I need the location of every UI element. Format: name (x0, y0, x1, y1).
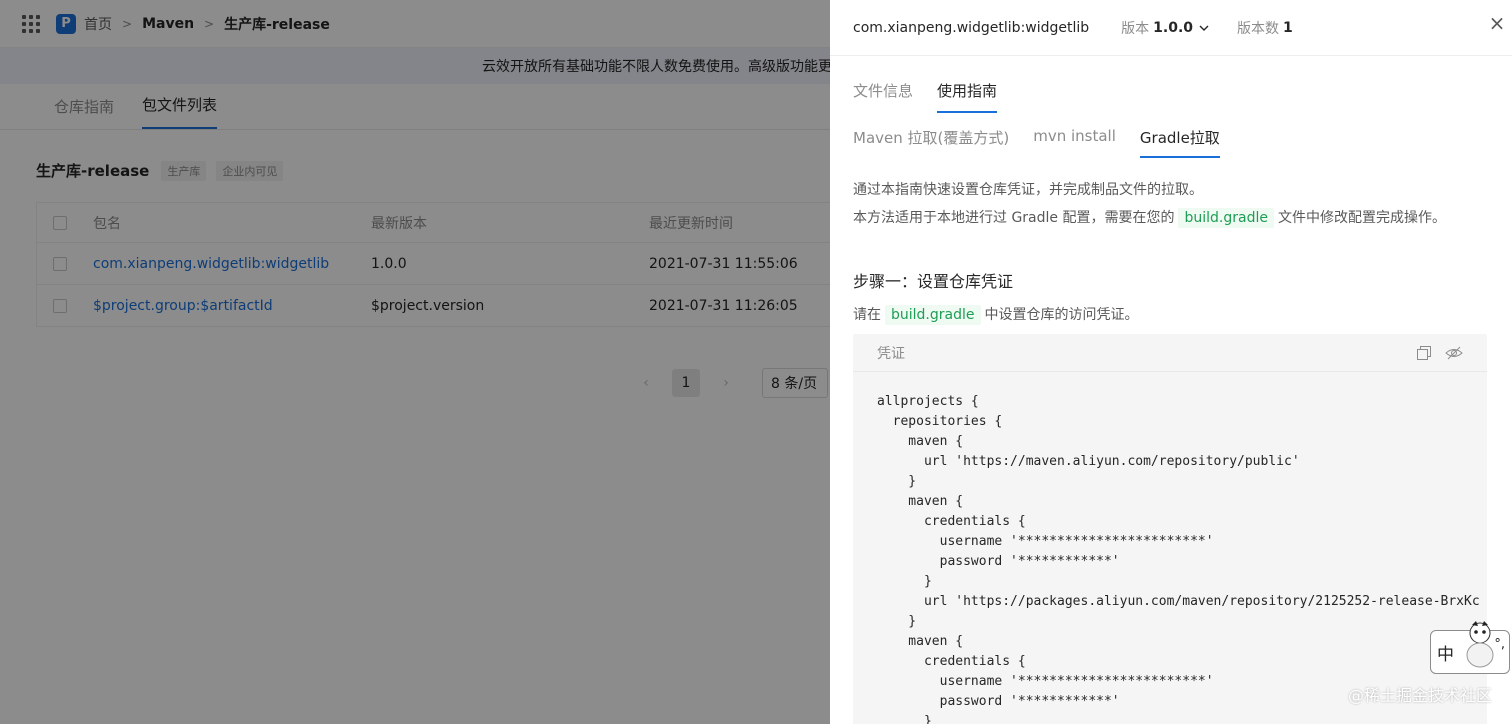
version-count-label: 版本数 (1237, 20, 1280, 37)
ime-mascot-icon (1459, 619, 1501, 669)
version-value: 1.0.0 (1153, 19, 1194, 36)
subtab-maven-pull[interactable]: Maven 拉取(覆盖方式) (853, 127, 1009, 158)
intro-code-chip: build.gradle (1178, 208, 1274, 228)
step-1-code-chip: build.gradle (885, 305, 981, 325)
subtab-gradle-pull[interactable]: Gradle拉取 (1139, 127, 1220, 158)
drawer-tabs: 文件信息 使用指南 (830, 80, 1512, 113)
version-count-value: 1 (1283, 19, 1293, 36)
intro-line-2: 本方法适用于本地进行过 Gradle 配置，需要在您的 build.gradle 文… (853, 204, 1492, 232)
subtab-mvn-install[interactable]: mvn install (1033, 127, 1116, 158)
guide-subtabs: Maven 拉取(覆盖方式) mvn install Gradle拉取 (830, 127, 1512, 158)
code-block-header: 凭证 (853, 334, 1487, 372)
package-detail-drawer: com.xianpeng.widgetlib:widgetlib 版本 1.0.… (830, 0, 1512, 724)
close-icon[interactable]: × (1488, 13, 1506, 33)
ime-mode-label: 中 (1437, 644, 1454, 665)
step-1-pre: 请在 (853, 307, 881, 323)
intro-line-2-pre: 本方法适用于本地进行过 Gradle 配置，需要在您的 (853, 210, 1175, 226)
hide-secret-eye-icon[interactable] (1445, 346, 1463, 360)
tab-usage-guide[interactable]: 使用指南 (937, 80, 998, 113)
step-1-post: 中设置仓库的访问凭证。 (984, 307, 1139, 323)
code-block-title: 凭证 (877, 345, 905, 362)
guide-body: 通过本指南快速设置仓库凭证，并完成制品文件的拉取。 本方法适用于本地进行过 Gr… (830, 176, 1512, 724)
step-1-desc: 请在 build.gradle 中设置仓库的访问凭证。 (853, 304, 1492, 325)
drawer-title: com.xianpeng.widgetlib:widgetlib (853, 19, 1090, 36)
drawer-header: com.xianpeng.widgetlib:widgetlib 版本 1.0.… (830, 0, 1512, 56)
credentials-code: allprojects { repositories { maven { url… (877, 394, 1480, 724)
ime-indicator[interactable]: 中 °, (1430, 621, 1510, 674)
chevron-down-icon (1199, 21, 1209, 34)
watermark: @稀土掘金技术社区 (1347, 686, 1492, 705)
intro-line-1: 通过本指南快速设置仓库凭证，并完成制品文件的拉取。 (853, 182, 1203, 198)
version-label: 版本 (1121, 20, 1150, 37)
step-1-title: 步骤一：设置仓库凭证 (853, 272, 1014, 291)
intro-line-2-post: 文件中修改配置完成操作。 (1277, 210, 1446, 226)
tab-file-info[interactable]: 文件信息 (853, 80, 913, 113)
copy-icon[interactable] (1417, 346, 1431, 360)
version-select[interactable]: 版本 1.0.0 (1121, 18, 1209, 38)
guide-intro: 通过本指南快速设置仓库凭证，并完成制品文件的拉取。 本方法适用于本地进行过 Gr… (853, 176, 1492, 232)
credentials-code-block: 凭证 allprojects { repositories { maven { … (853, 334, 1487, 724)
